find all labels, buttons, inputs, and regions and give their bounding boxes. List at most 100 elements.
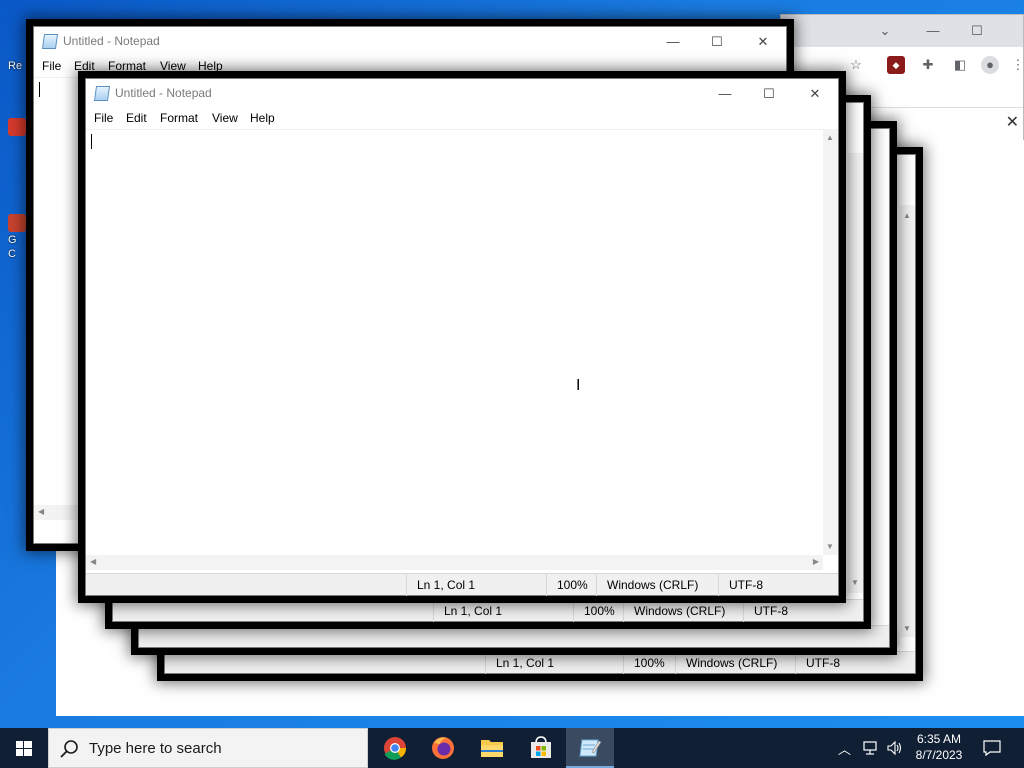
search-icon — [60, 740, 78, 758]
vertical-scrollbar[interactable]: ▼ — [848, 153, 863, 593]
menu-edit[interactable]: Edit — [74, 59, 95, 73]
menu-view[interactable]: View — [160, 59, 186, 73]
status-bar: Ln 1, Col 1 100% Windows (CRLF) UTF-8 — [165, 651, 915, 674]
menu-bar: File Edit Format View Help — [86, 109, 838, 129]
notepad-window-active: Untitled - Notepad — ☐ ✕ File Edit Forma… — [85, 78, 839, 596]
browser-toolbar: ☆ ◆ ✚ ◧ ● ⋮ — [781, 47, 1024, 81]
windows-logo-icon — [16, 741, 32, 756]
menu-format[interactable]: Format — [108, 59, 146, 73]
text-caret — [91, 134, 92, 149]
browser-titlebar: ⌄ — ☐ — [781, 15, 1023, 47]
status-bar: Ln 1, Col 1 100% Windows (CRLF) UTF-8 — [86, 573, 838, 596]
taskbar-chrome[interactable] — [371, 728, 419, 768]
taskbar-notepad[interactable] — [566, 728, 614, 768]
status-line-ending: Windows (CRLF) — [675, 652, 795, 674]
notepad-app-icon — [41, 34, 59, 49]
status-line-ending: Windows (CRLF) — [596, 574, 718, 596]
scroll-up-icon[interactable]: ▲ — [903, 211, 911, 220]
maximize-icon[interactable]: ☐ — [967, 21, 987, 41]
status-encoding: UTF-8 — [743, 600, 843, 622]
desktop-icon-label: Re — [8, 60, 23, 72]
status-position: Ln 1, Col 1 — [485, 652, 621, 674]
desktop-icon-sublabel: C — [8, 248, 16, 260]
menu-help[interactable]: Help — [198, 59, 223, 73]
scroll-up-icon[interactable]: ▲ — [826, 133, 834, 142]
status-line-ending: Windows (CRLF) — [623, 600, 743, 622]
taskbar-firefox[interactable] — [419, 728, 467, 768]
vertical-scrollbar[interactable]: ▲ ▼ — [900, 205, 915, 637]
menu-file[interactable]: File — [94, 111, 113, 125]
clock-date: 8/7/2023 — [915, 748, 963, 762]
status-zoom: 100% — [546, 574, 596, 596]
chrome-icon — [8, 214, 26, 232]
status-encoding: UTF-8 — [718, 574, 818, 596]
scroll-right-icon[interactable]: ▶ — [813, 557, 819, 566]
extensions-icon[interactable]: ✚ — [919, 56, 937, 74]
text-caret — [39, 82, 40, 97]
search-placeholder: Type here to search — [89, 740, 222, 757]
minimize-icon[interactable]: — — [662, 31, 684, 53]
firefox-icon — [432, 737, 454, 759]
horizontal-scrollbar[interactable]: ◀ ▶ — [86, 555, 823, 570]
status-zoom: 100% — [573, 600, 623, 622]
menu-view[interactable]: View — [212, 111, 238, 125]
chrome-icon — [384, 737, 407, 760]
scroll-left-icon[interactable]: ◀ — [90, 557, 96, 566]
minimize-icon[interactable]: — — [923, 21, 943, 41]
desktop-icon-label: G — [8, 234, 17, 246]
folder-icon — [481, 740, 503, 757]
taskbar-microsoft-store[interactable] — [517, 728, 565, 768]
scroll-down-icon[interactable]: ▼ — [851, 578, 859, 587]
menu-bar: File Edit Format View Help — [34, 57, 786, 77]
menu-format[interactable]: Format — [160, 111, 198, 125]
close-icon[interactable]: ✕ — [1006, 112, 1019, 132]
window-title: Untitled - Notepad — [63, 34, 160, 48]
status-encoding: UTF-8 — [795, 652, 895, 674]
status-bar — [139, 625, 889, 647]
notepad-app-icon — [93, 86, 111, 101]
network-icon[interactable] — [862, 740, 880, 756]
text-editor[interactable]: I — [86, 129, 823, 555]
ublock-icon[interactable]: ◆ — [887, 56, 905, 74]
more-menu-icon[interactable]: ⋮ — [1009, 56, 1024, 74]
taskbar-file-explorer[interactable] — [468, 728, 516, 768]
close-icon[interactable]: ✕ — [804, 83, 826, 105]
taskbar-search-box[interactable]: Type here to search — [48, 728, 368, 768]
notification-icon — [983, 740, 1001, 757]
desktop-icon-recycle-bin[interactable]: Re — [8, 58, 30, 72]
volume-icon[interactable] — [886, 740, 904, 756]
start-button[interactable] — [0, 728, 48, 768]
system-tray: ︿ — [836, 728, 908, 768]
status-bar: Ln 1, Col 1 100% Windows (CRLF) UTF-8 — [113, 599, 863, 622]
maximize-icon[interactable]: ☐ — [706, 31, 728, 53]
chevron-up-icon[interactable]: ︿ — [838, 739, 851, 758]
desktop-icon-app[interactable] — [8, 118, 30, 136]
profile-avatar-icon[interactable]: ● — [981, 56, 999, 74]
bookmark-star-icon[interactable]: ☆ — [847, 56, 865, 74]
menu-help[interactable]: Help — [250, 111, 275, 125]
scroll-left-icon[interactable]: ◀ — [38, 507, 44, 516]
menu-file[interactable]: File — [42, 59, 61, 73]
notepad-icon — [579, 739, 602, 757]
taskbar: Type here to search ︿ 6:35 AM 8/7/2023 — [0, 728, 1024, 768]
clock-time: 6:35 AM — [916, 732, 962, 746]
title-bar: Untitled - Notepad — ☐ ✕ — [34, 27, 786, 57]
app-icon — [8, 118, 26, 136]
status-zoom: 100% — [623, 652, 673, 674]
chevron-down-icon[interactable]: ⌄ — [875, 21, 895, 41]
vertical-scrollbar[interactable]: ▲ ▼ — [823, 129, 838, 555]
maximize-icon[interactable]: ☐ — [758, 83, 780, 105]
status-position: Ln 1, Col 1 — [406, 574, 546, 596]
taskbar-clock[interactable]: 6:35 AM 8/7/2023 — [908, 731, 970, 763]
desktop-icon-chrome[interactable]: G C — [8, 214, 30, 260]
window-title: Untitled - Notepad — [115, 86, 212, 100]
title-bar: Untitled - Notepad — ☐ ✕ — [86, 79, 838, 109]
store-bag-icon — [531, 736, 551, 758]
notification-center-button[interactable] — [976, 728, 1010, 768]
menu-edit[interactable]: Edit — [126, 111, 147, 125]
scroll-down-icon[interactable]: ▼ — [903, 624, 911, 633]
minimize-icon[interactable]: — — [714, 83, 736, 105]
scroll-down-icon[interactable]: ▼ — [826, 542, 834, 551]
side-panel-icon[interactable]: ◧ — [951, 56, 969, 74]
close-icon[interactable]: ✕ — [752, 31, 774, 53]
